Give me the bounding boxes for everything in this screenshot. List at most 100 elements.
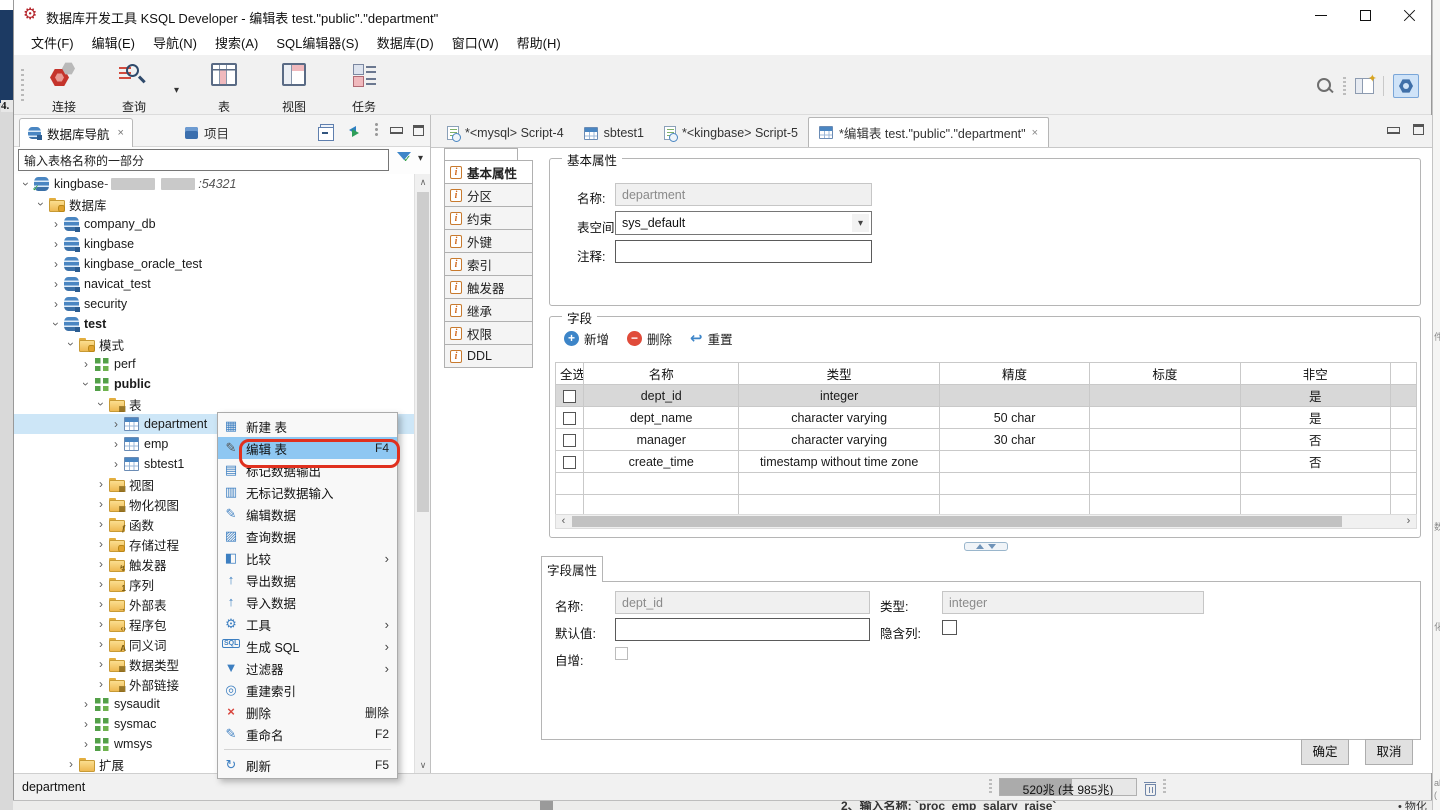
tree-chevron-icon[interactable]: › <box>95 398 107 410</box>
editor-tab-1[interactable]: sbtest1 <box>574 119 654 147</box>
side-tab-外键[interactable]: i外键 <box>444 229 533 253</box>
view-button[interactable]: 视图 <box>262 61 326 115</box>
tree-chevron-icon[interactable]: › <box>50 218 62 230</box>
tree-chevron-icon[interactable]: › <box>95 598 107 610</box>
scroll-up-icon[interactable]: ∧ <box>415 174 431 190</box>
fields-table[interactable]: 全选名称类型精度标度非空dept_idinteger是dept_namechar… <box>555 362 1417 517</box>
menu-item-1[interactable]: 编辑(E) <box>83 30 144 55</box>
tree-chevron-icon[interactable]: › <box>95 678 107 690</box>
splitter-up-icon[interactable] <box>976 544 984 549</box>
tree-chevron-icon[interactable]: › <box>20 178 32 190</box>
scroll-left-icon[interactable]: ‹ <box>556 515 571 528</box>
row-checkbox[interactable] <box>563 434 576 447</box>
menu-item-6[interactable]: 窗口(W) <box>443 30 508 55</box>
table-button[interactable]: 表 <box>192 61 256 115</box>
tree-chevron-icon[interactable]: › <box>50 298 62 310</box>
table-row[interactable] <box>556 473 1417 495</box>
cell[interactable]: 否 <box>1240 451 1390 473</box>
cell[interactable]: 是 <box>1240 385 1390 407</box>
table-row[interactable]: dept_idinteger 是 <box>556 385 1417 407</box>
cell[interactable] <box>1090 407 1240 429</box>
tree-item-public[interactable]: ›public <box>14 374 415 394</box>
table-filter-input[interactable] <box>18 149 389 171</box>
select-dropdown-icon[interactable]: ▾ <box>852 214 869 232</box>
column-header-4[interactable]: 标度 <box>1090 363 1240 385</box>
menu-item-2[interactable]: 导航(N) <box>144 30 206 55</box>
tree-item-security[interactable]: ›security <box>14 294 415 314</box>
splitter-handle[interactable] <box>964 542 1008 551</box>
column-header-5[interactable]: 非空 <box>1240 363 1390 385</box>
row-select-cell[interactable] <box>556 451 584 473</box>
tree-chevron-icon[interactable]: › <box>65 338 77 350</box>
fields-table-hscrollbar[interactable]: ‹ › <box>555 514 1417 529</box>
cell[interactable] <box>939 385 1089 407</box>
context-menu-item-new-table[interactable]: ▦新建 表 <box>218 415 397 437</box>
column-header-0[interactable]: 全选 <box>556 363 584 385</box>
tree-chevron-icon[interactable]: › <box>110 438 122 450</box>
tree-chevron-icon[interactable]: › <box>50 278 62 290</box>
tree-item-数据库[interactable]: ›数据库 <box>14 194 415 214</box>
tree-item-模式[interactable]: ›模式 <box>14 334 415 354</box>
table-row[interactable]: dept_namecharacter varying50 char是 <box>556 407 1417 429</box>
cell[interactable]: dept_id <box>584 385 739 407</box>
side-tab-权限[interactable]: i权限 <box>444 321 533 345</box>
tree-item-kingbase[interactable]: ›kingbase - :54321 <box>14 174 415 194</box>
cell[interactable] <box>739 473 939 495</box>
tree-item-kingbase_oracle_test[interactable]: ›kingbase_oracle_test <box>14 254 415 274</box>
maximize-button[interactable] <box>1343 0 1387 30</box>
menu-item-7[interactable]: 帮助(H) <box>508 30 570 55</box>
tree-item-test[interactable]: ›test <box>14 314 415 334</box>
context-menu-item-reindex[interactable]: ◎重建索引 <box>218 679 397 701</box>
cell[interactable] <box>1240 473 1390 495</box>
hidden-column-checkbox[interactable] <box>942 620 957 635</box>
filter-icon[interactable] <box>396 151 412 167</box>
tab-database-navigator[interactable]: 数据库导航 × <box>19 118 133 147</box>
close-tab-icon[interactable]: × <box>118 127 124 139</box>
search-icon[interactable] <box>1316 77 1334 95</box>
comment-input[interactable] <box>615 240 872 263</box>
tree-chevron-icon[interactable]: › <box>110 418 122 430</box>
cell[interactable] <box>1090 473 1240 495</box>
context-menu-item-gen-sql[interactable]: SQL生成 SQL› <box>218 635 397 657</box>
cell[interactable] <box>1090 429 1240 451</box>
memory-gauge[interactable]: 520兆 (共 985兆) <box>999 778 1137 796</box>
cell[interactable] <box>939 451 1089 473</box>
tab-field-properties[interactable]: 字段属性 <box>541 556 603 582</box>
side-tab-DDL[interactable]: iDDL <box>444 344 533 368</box>
side-tab-基本属性[interactable]: i基本属性 <box>444 160 533 184</box>
row-checkbox[interactable] <box>563 456 576 469</box>
tree-chevron-icon[interactable]: › <box>95 498 107 510</box>
splitter-down-icon[interactable] <box>988 544 996 549</box>
query-button[interactable]: 查询 <box>102 61 166 115</box>
tree-chevron-icon[interactable]: › <box>95 518 107 530</box>
cancel-button[interactable]: 取消 <box>1365 739 1413 765</box>
tree-chevron-icon[interactable]: › <box>110 458 122 470</box>
menu-item-5[interactable]: 数据库(D) <box>368 30 443 55</box>
hscrollbar-thumb[interactable] <box>572 516 1342 527</box>
remove-field-button[interactable]: − 删除 <box>627 329 672 348</box>
cell[interactable]: integer <box>739 385 939 407</box>
tree-item-kingbase[interactable]: ›kingbase <box>14 234 415 254</box>
context-menu-item-export-data[interactable]: ↑导出数据 <box>218 569 397 591</box>
editor-minimize-icon[interactable] <box>1387 125 1399 135</box>
cell[interactable]: dept_name <box>584 407 739 429</box>
cell[interactable] <box>1090 451 1240 473</box>
cell[interactable]: 是 <box>1240 407 1390 429</box>
scroll-right-icon[interactable]: › <box>1401 515 1416 528</box>
context-menu-item-tools[interactable]: ⚙工具› <box>218 613 397 635</box>
side-tab-约束[interactable]: i约束 <box>444 206 533 230</box>
tree-chevron-icon[interactable]: › <box>50 238 62 250</box>
context-menu-item-rename[interactable]: ✎重命名F2 <box>218 723 397 745</box>
splitter[interactable] <box>541 540 1431 553</box>
connect-button[interactable]: 连接 <box>32 61 96 115</box>
cell[interactable]: timestamp without time zone <box>739 451 939 473</box>
add-field-button[interactable]: + 新增 <box>564 329 609 348</box>
minimize-button[interactable] <box>1299 0 1343 30</box>
context-menu-item-import-data[interactable]: ↑导入数据 <box>218 591 397 613</box>
cell[interactable]: manager <box>584 429 739 451</box>
tree-chevron-icon[interactable]: › <box>80 738 92 750</box>
tree-scrollbar[interactable]: ∧ ∨ <box>414 174 430 773</box>
editor-maximize-icon[interactable] <box>1413 124 1424 135</box>
panel-maximize-icon[interactable] <box>413 125 424 136</box>
tablespace-select[interactable]: sys_default ▾ <box>615 211 872 235</box>
